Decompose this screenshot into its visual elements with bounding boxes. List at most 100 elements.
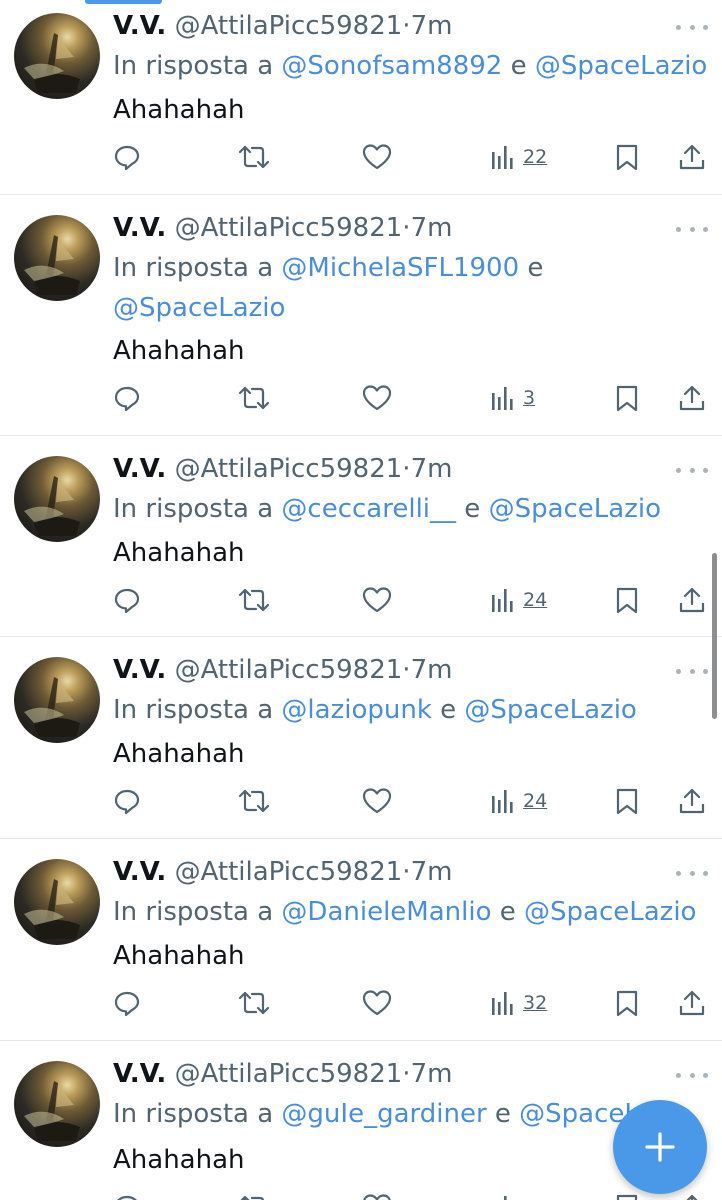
display-name[interactable]: V.V.	[113, 213, 166, 243]
views-button[interactable]: 3	[491, 382, 535, 414]
retweet-button[interactable]	[238, 987, 270, 1019]
tweet[interactable]: V.V. @AttilaPicc59821·7m In risposta a @…	[0, 436, 722, 637]
views-button[interactable]: 22	[491, 141, 547, 173]
mention-link[interactable]: @MichelaSFL1900	[281, 253, 519, 283]
bookmark-button[interactable]	[615, 987, 639, 1019]
share-button[interactable]	[679, 987, 705, 1019]
avatar[interactable]	[14, 13, 100, 99]
reply-button[interactable]	[113, 382, 141, 414]
timestamp[interactable]: 7m	[411, 1059, 453, 1089]
retweet-button[interactable]	[238, 785, 270, 817]
avatar[interactable]	[14, 859, 100, 945]
avatar[interactable]	[14, 456, 100, 542]
reply-button[interactable]	[113, 584, 141, 616]
display-name[interactable]: V.V.	[113, 11, 166, 41]
display-name[interactable]: V.V.	[113, 655, 166, 685]
views-button[interactable]: 32	[491, 987, 547, 1019]
like-button[interactable]	[362, 785, 392, 817]
timestamp[interactable]: 7m	[411, 213, 453, 243]
mention-link[interactable]: @SpaceLazio	[464, 695, 636, 725]
bookmark-button[interactable]	[615, 785, 639, 817]
mention-link[interactable]: @Sonofsam8892	[281, 51, 502, 81]
like-button[interactable]	[362, 382, 392, 414]
user-handle[interactable]: @AttilaPicc59821	[175, 454, 403, 484]
share-icon	[679, 385, 705, 411]
timestamp[interactable]: 7m	[411, 11, 453, 41]
share-button[interactable]	[679, 141, 705, 173]
reply-button[interactable]	[113, 785, 141, 817]
mention-link[interactable]: @DanieleManlio	[281, 897, 491, 927]
retweet-button[interactable]	[238, 1191, 270, 1200]
timestamp[interactable]: 7m	[411, 454, 453, 484]
views-count: 3	[523, 387, 536, 409]
tweet[interactable]: V.V. @AttilaPicc59821·7m In risposta a @…	[0, 839, 722, 1041]
user-handle[interactable]: @AttilaPicc59821	[175, 11, 403, 41]
timestamp[interactable]: 7m	[411, 655, 453, 685]
user-handle[interactable]: @AttilaPicc59821	[175, 655, 403, 685]
more-dots-icon	[676, 226, 681, 232]
like-button[interactable]	[362, 1191, 392, 1200]
bookmark-button[interactable]	[615, 1191, 639, 1200]
display-name[interactable]: V.V.	[113, 857, 166, 887]
mention-link[interactable]: @SpaceLazio	[524, 897, 696, 927]
avatar[interactable]	[14, 215, 100, 301]
more-dots-icon	[676, 1072, 681, 1078]
tweet[interactable]: V.V. @AttilaPicc59821·7m In risposta a @…	[0, 637, 722, 839]
tweet[interactable]: V.V. @AttilaPicc59821·7m In risposta a @…	[0, 1041, 722, 1200]
bookmark-button[interactable]	[615, 584, 639, 616]
bookmark-button[interactable]	[615, 382, 639, 414]
more-options-button[interactable]	[676, 863, 708, 883]
views-bar-chart-icon	[492, 589, 513, 612]
more-options-button[interactable]	[676, 17, 708, 37]
reply-button[interactable]	[113, 1191, 141, 1200]
avatar[interactable]	[14, 1061, 100, 1147]
mention-link[interactable]: @SpaceLazio	[489, 494, 661, 524]
display-name[interactable]: V.V.	[113, 1059, 166, 1089]
compose-tweet-button[interactable]	[613, 1100, 707, 1194]
scrollbar[interactable]	[712, 553, 717, 719]
mention-link[interactable]: @SpaceLazio	[113, 293, 285, 323]
reply-icon	[114, 789, 140, 815]
timestamp[interactable]: 7m	[411, 857, 453, 887]
more-options-button[interactable]	[676, 661, 708, 681]
views-button[interactable]	[491, 1191, 523, 1200]
reply-button[interactable]	[113, 141, 141, 173]
reply-icon	[114, 991, 140, 1017]
share-button[interactable]	[679, 1191, 705, 1200]
user-handle[interactable]: @AttilaPicc59821	[175, 213, 403, 243]
share-button[interactable]	[679, 382, 705, 414]
retweet-button[interactable]	[238, 584, 270, 616]
mention-link[interactable]: @SpaceLazio	[535, 51, 707, 81]
views-button[interactable]: 24	[491, 584, 547, 616]
views-bar-chart-icon	[492, 387, 513, 410]
mention-link[interactable]: @ceccarelli__	[281, 494, 456, 524]
like-button[interactable]	[362, 141, 392, 173]
user-handle[interactable]: @AttilaPicc59821	[175, 1059, 403, 1089]
more-options-button[interactable]	[676, 219, 708, 239]
views-button[interactable]: 24	[491, 785, 547, 817]
retweet-button[interactable]	[238, 382, 270, 414]
tweet-actions: 22	[0, 141, 722, 173]
mention-link[interactable]: @laziopunk	[281, 695, 431, 725]
avatar[interactable]	[14, 657, 100, 743]
tweet[interactable]: V.V. @AttilaPicc59821·7m In risposta a @…	[0, 0, 722, 195]
more-options-button[interactable]	[676, 460, 708, 480]
like-button[interactable]	[362, 584, 392, 616]
tweet-header: V.V. @AttilaPicc59821·7m	[113, 854, 452, 890]
mention-link[interactable]: @guIe_gardiner	[281, 1099, 486, 1129]
tweet[interactable]: V.V. @AttilaPicc59821·7m In risposta a @…	[0, 195, 722, 436]
reply-prefix: In risposta a	[113, 1099, 274, 1129]
more-options-button[interactable]	[676, 1065, 708, 1085]
like-button[interactable]	[362, 987, 392, 1019]
retweet-icon	[240, 1195, 265, 1200]
heart-icon	[362, 385, 392, 411]
bookmark-button[interactable]	[615, 141, 639, 173]
reply-context: In risposta a @DanieleManlio e @SpaceLaz…	[113, 892, 713, 932]
tweet-text: Ahahahah	[113, 336, 245, 366]
share-button[interactable]	[679, 584, 705, 616]
user-handle[interactable]: @AttilaPicc59821	[175, 857, 403, 887]
retweet-button[interactable]	[238, 141, 270, 173]
display-name[interactable]: V.V.	[113, 454, 166, 484]
share-button[interactable]	[679, 785, 705, 817]
reply-button[interactable]	[113, 987, 141, 1019]
